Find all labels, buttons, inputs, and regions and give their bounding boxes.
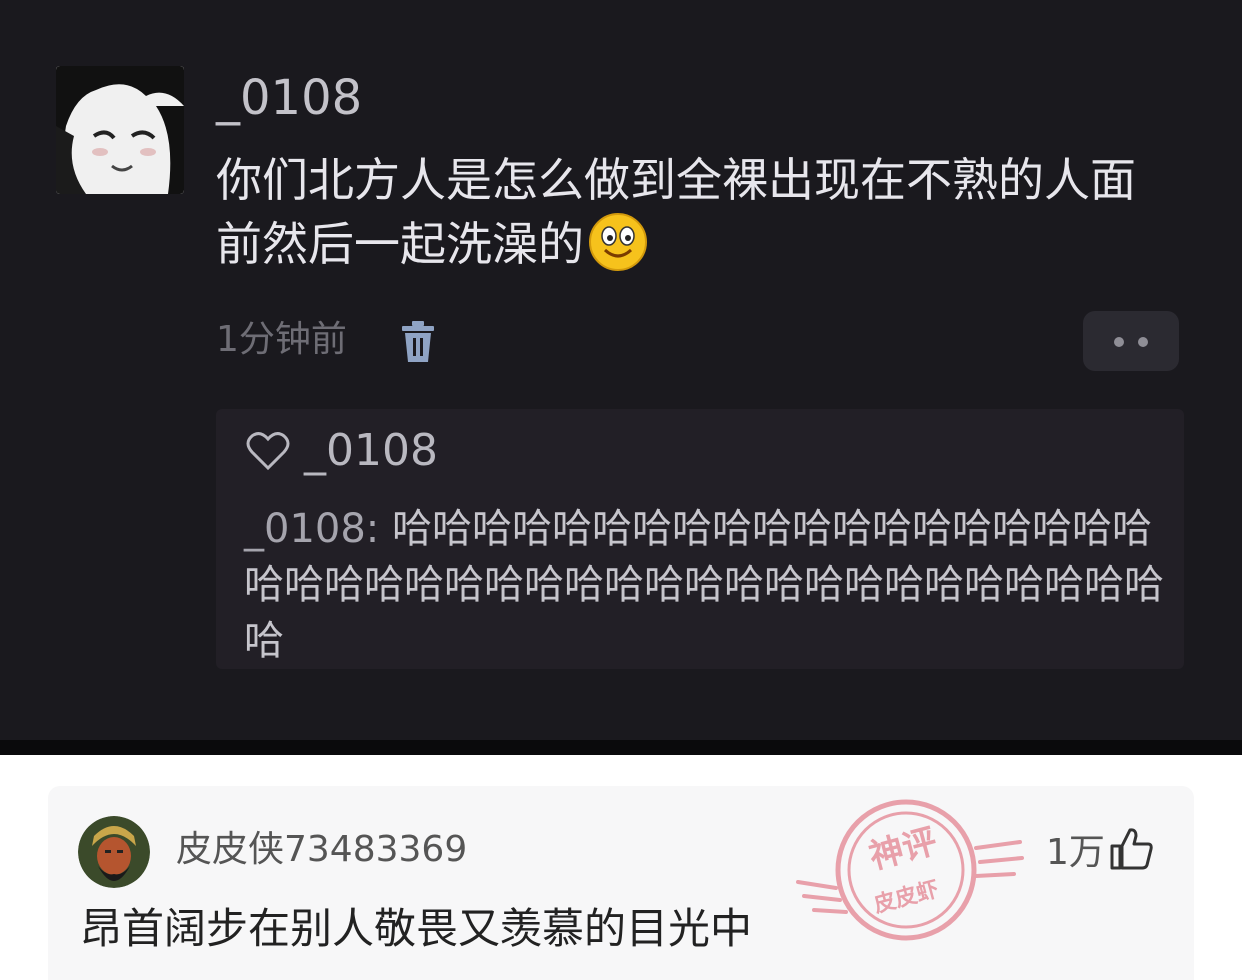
reply-username[interactable]: _0108: [304, 425, 438, 477]
god-comment-text: 昂首阔步在别人敬畏又羡慕的目光中: [80, 904, 753, 953]
dot-icon: [1138, 337, 1148, 347]
avatar[interactable]: [56, 66, 184, 194]
screenshot-panel: _0108 你们北方人是怎么做到全裸出现在不熟的人面前然后一起洗澡的 1分钟前 …: [0, 0, 1242, 755]
god-comment-card: 皮皮侠73483369 神评 皮皮虾 1万 昂首阔步在别人敬畏又羡慕的目光中: [48, 786, 1194, 980]
smiling-face-emoji-icon: [588, 212, 648, 288]
divider: [0, 740, 1242, 755]
thumbs-up-icon[interactable]: [1108, 826, 1154, 872]
post-comment-text: 你们北方人是怎么做到全裸出现在不熟的人面前然后一起洗澡的: [216, 153, 1136, 271]
stamp-subtitle: 皮皮虾: [871, 876, 941, 918]
user-avatar[interactable]: [78, 816, 150, 888]
god-comment-username[interactable]: 皮皮侠73483369: [176, 828, 467, 872]
post-comment: 你们北方人是怎么做到全裸出现在不熟的人面前然后一起洗澡的: [216, 148, 1176, 288]
reply-text: 哈哈哈哈哈哈哈哈哈哈哈哈哈哈哈哈哈哈哈哈哈哈哈哈哈哈哈哈哈哈哈哈哈哈哈哈哈哈哈哈…: [244, 506, 1164, 664]
reply-content: _0108: 哈哈哈哈哈哈哈哈哈哈哈哈哈哈哈哈哈哈哈哈哈哈哈哈哈哈哈哈哈哈哈哈哈…: [244, 501, 1174, 669]
stamp-title: 神评: [865, 821, 941, 877]
god-comment-stamp-icon: 神评 皮皮虾: [796, 790, 1026, 960]
reply-box: _0108 _0108: 哈哈哈哈哈哈哈哈哈哈哈哈哈哈哈哈哈哈哈哈哈哈哈哈哈哈哈…: [216, 409, 1184, 669]
reply-author-prefix[interactable]: _0108:: [244, 506, 379, 552]
anime-avatar-image: [56, 66, 184, 194]
post-username[interactable]: _0108: [216, 70, 362, 126]
like-count: 1万: [1046, 832, 1105, 873]
trash-icon[interactable]: [398, 320, 438, 364]
post-timestamp: 1分钟前: [216, 319, 347, 360]
more-options-button[interactable]: [1083, 311, 1179, 371]
dot-icon: [1114, 337, 1124, 347]
heart-icon[interactable]: [246, 431, 290, 471]
